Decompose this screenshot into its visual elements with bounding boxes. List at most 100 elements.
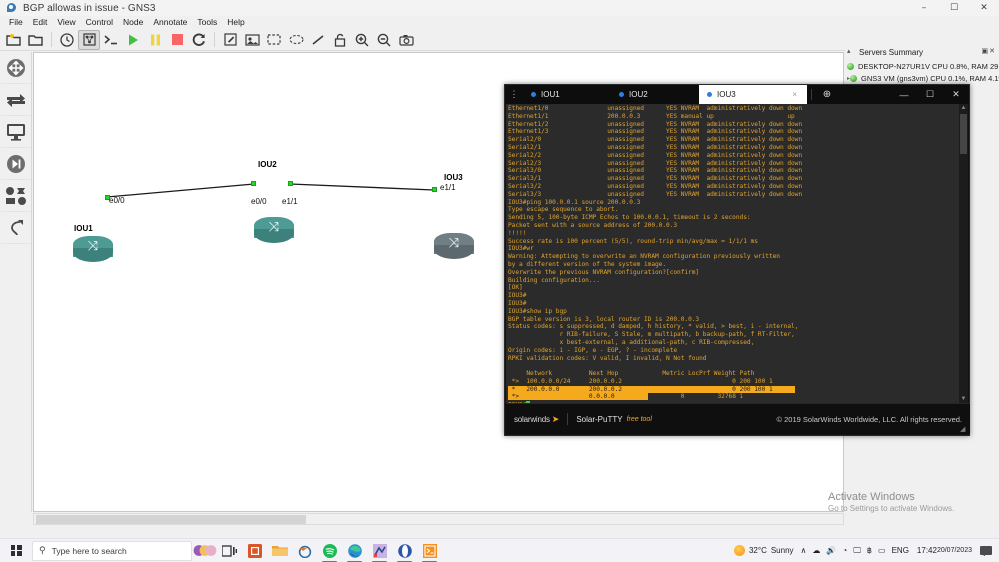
status-led-icon — [850, 74, 858, 82]
browse-switches-icon[interactable] — [0, 84, 31, 116]
interface-label-iou3-e1-1: e1/1 — [440, 183, 456, 192]
copyright-text: © 2019 SolarWinds Worldwide, LLC. All ri… — [776, 414, 962, 424]
tab-separator — [811, 89, 812, 100]
console-icon[interactable] — [100, 30, 122, 50]
menu-control[interactable]: Control — [81, 16, 118, 29]
reload-all-nodes-icon[interactable] — [188, 30, 210, 50]
server-item[interactable]: DESKTOP-N27UR1V CPU 0.8%, RAM 29.5% — [847, 60, 999, 72]
gns3-taskbar-icon[interactable] — [367, 539, 392, 562]
tab-label: IOU2 — [629, 90, 648, 99]
open-project-icon[interactable] — [3, 30, 25, 50]
add-note-icon[interactable] — [219, 30, 241, 50]
draw-line-icon[interactable] — [307, 30, 329, 50]
display-icon[interactable]: 🖵 — [850, 546, 864, 556]
clock[interactable]: 17:42 20/07/2023 — [912, 546, 977, 555]
zoom-in-icon[interactable] — [351, 30, 373, 50]
putty-maximize-button[interactable]: ☐ — [917, 85, 943, 104]
collapse-icon[interactable]: ▴ — [847, 47, 851, 55]
browse-security-devices-icon[interactable] — [0, 148, 31, 180]
language-indicator[interactable]: ENG — [889, 546, 912, 555]
draw-rectangle-icon[interactable] — [263, 30, 285, 50]
volume-icon[interactable]: 🔊 — [823, 546, 839, 555]
solar-putty-taskbar-icon[interactable] — [417, 539, 442, 562]
windows-taskbar: ⚲ Type here to search 32°C Sunny ∧ ☁ 🔊 ◔… — [0, 538, 999, 562]
browse-end-devices-icon[interactable] — [0, 116, 31, 148]
tray-chevron-icon[interactable]: ∧ — [798, 546, 810, 555]
file-explorer-icon[interactable] — [267, 539, 292, 562]
menu-node[interactable]: Node — [118, 16, 148, 29]
bluetooth-icon[interactable]: ฿ — [864, 546, 875, 555]
scrollbar-thumb[interactable] — [960, 114, 967, 154]
search-input[interactable]: ⚲ Type here to search — [32, 540, 192, 561]
status-led-icon — [847, 62, 854, 70]
node-label-iou1: IOU1 — [74, 224, 93, 233]
weather-widget[interactable]: 32°C Sunny — [730, 545, 798, 556]
scrollbar-thumb[interactable] — [36, 515, 306, 524]
microsoft-store-icon[interactable] — [242, 539, 267, 562]
putty-tab-iou2[interactable]: IOU2 — [611, 85, 699, 104]
canvas-horizontal-scrollbar[interactable]: ◀ — [33, 513, 844, 525]
close-button[interactable]: ✕ — [969, 0, 999, 16]
menu-file[interactable]: File — [4, 16, 28, 29]
tab-close-icon[interactable]: × — [780, 90, 797, 99]
windows-start-icon[interactable] — [0, 539, 32, 562]
menu-edit[interactable]: Edit — [28, 16, 53, 29]
solar-putty-window: ⋮ IOU1 IOU2 IOU3 × ⊕ — ☐ ✕ Ethernet1/0 u… — [504, 84, 970, 436]
opera-icon[interactable] — [392, 539, 417, 562]
link-status-dot — [432, 187, 437, 192]
add-link-icon[interactable] — [0, 212, 31, 244]
tab-label: IOU3 — [717, 90, 736, 99]
product-name: Solar-PuTTY — [576, 414, 623, 424]
stop-all-nodes-icon[interactable] — [166, 30, 188, 50]
draw-ellipse-icon[interactable] — [285, 30, 307, 50]
menu-help[interactable]: Help — [222, 16, 249, 29]
lock-items-icon[interactable] — [329, 30, 351, 50]
node-iou3[interactable]: ⤨ — [434, 233, 474, 260]
browse-routers-icon[interactable] — [0, 52, 31, 84]
screenshot-icon[interactable] — [395, 30, 417, 50]
system-tray: 32°C Sunny ∧ ☁ 🔊 ◔ 🖵 ฿ ▭ ENG 17:42 20/07… — [730, 539, 999, 562]
battery-icon[interactable]: ▭ — [875, 546, 889, 555]
maximize-button[interactable]: ☐ — [939, 0, 969, 16]
zoom-out-icon[interactable] — [373, 30, 395, 50]
terminal-output[interactable]: Ethernet1/0 unassigned YES NVRAM adminis… — [506, 104, 962, 404]
putty-tab-iou3[interactable]: IOU3 × — [699, 85, 807, 104]
server-item[interactable]: ▸ GNS3 VM (gns3vm) CPU 0.1%, RAM 4.1% — [847, 72, 999, 84]
blender-icon[interactable] — [292, 539, 317, 562]
terminal-scrollbar[interactable]: ▲ ▼ — [959, 104, 968, 404]
scroll-up-icon[interactable]: ▲ — [959, 104, 968, 113]
show-topology-summary-icon[interactable] — [78, 29, 100, 50]
task-view-icon[interactable] — [217, 539, 242, 562]
panel-buttons[interactable]: ▣✕ — [982, 47, 996, 55]
putty-tab-iou1[interactable]: IOU1 — [523, 85, 611, 104]
insert-image-icon[interactable] — [241, 30, 263, 50]
browse-all-devices-icon[interactable] — [0, 180, 31, 212]
start-all-nodes-icon[interactable] — [122, 30, 144, 50]
putty-minimize-button[interactable]: — — [891, 85, 917, 104]
cortana-circles-icon[interactable] — [192, 539, 217, 562]
notification-icon[interactable] — [977, 545, 995, 556]
minimize-button[interactable]: – — [909, 0, 939, 16]
kebab-menu-icon[interactable]: ⋮ — [505, 85, 523, 104]
server-label: GNS3 VM (gns3vm) CPU 0.1%, RAM 4.1% — [861, 73, 999, 83]
menu-annotate[interactable]: Annotate — [148, 16, 192, 29]
menu-view[interactable]: View — [52, 16, 80, 29]
node-iou2[interactable]: ⤨ — [254, 217, 294, 244]
recent-snapshots-icon[interactable] — [56, 30, 78, 50]
new-session-icon[interactable]: ⊕ — [816, 85, 838, 104]
onedrive-icon[interactable]: ☁ — [809, 546, 823, 555]
solarwinds-flag-icon: ➤ — [551, 413, 560, 424]
putty-close-button[interactable]: ✕ — [943, 85, 969, 104]
node-iou1[interactable]: ⤨ — [73, 236, 113, 263]
menu-tools[interactable]: Tools — [192, 16, 222, 29]
resize-grip-icon[interactable]: ◢ — [960, 426, 967, 433]
network-icon[interactable]: ◔ — [839, 546, 850, 555]
spotify-icon[interactable] — [317, 539, 342, 562]
open-folder-icon[interactable] — [25, 30, 47, 50]
gns3-app-icon — [5, 2, 19, 14]
search-placeholder: Type here to search — [51, 545, 127, 556]
interface-label-iou2-e1-1: e1/1 — [282, 197, 298, 206]
suspend-all-nodes-icon[interactable] — [144, 30, 166, 50]
free-tool-label: free tool — [626, 415, 652, 423]
microsoft-edge-icon[interactable] — [342, 539, 367, 562]
